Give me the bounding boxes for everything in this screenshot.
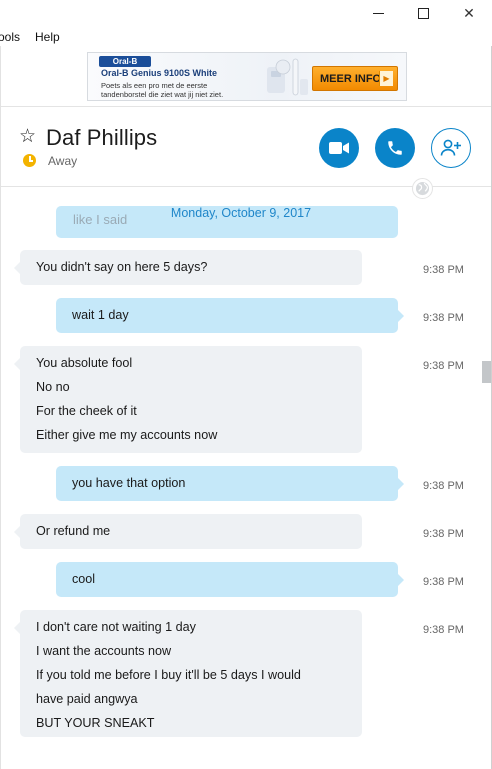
message-timestamp: 9:38 PM: [423, 480, 464, 492]
video-call-icon: [329, 142, 349, 154]
video-call-button[interactable]: [319, 128, 359, 168]
message-incoming[interactable]: Or refund me: [14, 514, 362, 549]
message-outgoing[interactable]: cool: [56, 562, 404, 597]
favorite-star-icon[interactable]: ☆: [19, 127, 36, 146]
scrollbar-thumb[interactable]: [482, 361, 491, 383]
message-outgoing[interactable]: wait 1 day: [56, 298, 404, 333]
message-timestamp: 9:38 PM: [423, 624, 464, 636]
ad-banner[interactable]: Oral-B Oral-B Genius 9100S White Poets a…: [87, 52, 407, 101]
conversation-pane[interactable]: like I said Monday, October 9, 2017 You …: [1, 187, 481, 769]
divider: [1, 106, 491, 107]
ad-text-line: Poets als een pro met de eerste: [101, 81, 208, 90]
date-separator: Monday, October 9, 2017: [170, 206, 312, 220]
presence-status: Away: [48, 154, 78, 168]
maximize-button[interactable]: [400, 0, 446, 26]
message-timestamp: 9:38 PM: [423, 576, 464, 588]
audio-call-button[interactable]: [375, 128, 415, 168]
message-text: I want the accounts now: [36, 644, 172, 658]
message-text: cool: [72, 572, 96, 586]
menu-help[interactable]: Help: [35, 30, 60, 44]
message-text: I don't care not waiting 1 day: [36, 620, 196, 634]
message-timestamp: 9:38 PM: [423, 312, 464, 324]
maximize-icon: [417, 7, 429, 19]
add-contact-icon: [440, 139, 461, 156]
ad-title: Oral-B Genius 9100S White: [101, 68, 218, 78]
close-button[interactable]: ✕: [446, 0, 492, 26]
arrow-right-icon: ▶: [379, 71, 393, 86]
message-text: If you told me before I buy it'll be 5 d…: [36, 668, 301, 682]
message-text: You didn't say on here 5 days?: [36, 260, 208, 274]
title-bar: ✕: [0, 0, 492, 26]
message-timestamp: 9:38 PM: [423, 264, 464, 276]
message-text: have paid angwya: [36, 692, 138, 706]
contact-name[interactable]: Daf Phillips: [46, 125, 157, 151]
message-text: you have that option: [72, 476, 186, 490]
message-timestamp: 9:38 PM: [423, 528, 464, 540]
message-timestamp: 9:38 PM: [423, 360, 464, 372]
toothbrush-image: [267, 58, 308, 96]
message-outgoing[interactable]: you have that option: [56, 466, 404, 501]
message-incoming[interactable]: You absolute fool No no For the cheek of i…: [14, 346, 362, 453]
ad-cta-button[interactable]: MEER INFO ▶: [312, 66, 398, 91]
menu-bar: ools Help: [0, 26, 492, 46]
away-clock-icon: [23, 154, 36, 167]
ad-cta-label: MEER INFO: [320, 72, 382, 85]
phone-icon: [388, 141, 402, 155]
message-text: Either give me my accounts now: [36, 428, 218, 442]
message-text: BUT YOUR SNEAKT: [36, 716, 155, 730]
close-icon: ✕: [463, 4, 475, 21]
add-contact-button[interactable]: [431, 128, 471, 168]
message-text: wait 1 day: [72, 308, 129, 322]
message-incoming[interactable]: I don't care not waiting 1 day I want the…: [14, 610, 362, 737]
message-text: Or refund me: [36, 524, 111, 538]
minimize-button[interactable]: [355, 0, 401, 26]
menu-tools[interactable]: ools: [0, 30, 20, 44]
message-text: You absolute fool: [36, 356, 133, 370]
message-text: No no: [36, 380, 70, 394]
scrollbar[interactable]: [481, 187, 491, 769]
message-incoming[interactable]: You didn't say on here 5 days?: [14, 250, 362, 285]
minimize-icon: [372, 12, 384, 14]
message-text: For the cheek of it: [36, 404, 137, 418]
ad-brand-logo: Oral-B: [99, 56, 151, 67]
ad-text-line: tandenborstel die ziet wat jij niet ziet…: [101, 90, 224, 99]
